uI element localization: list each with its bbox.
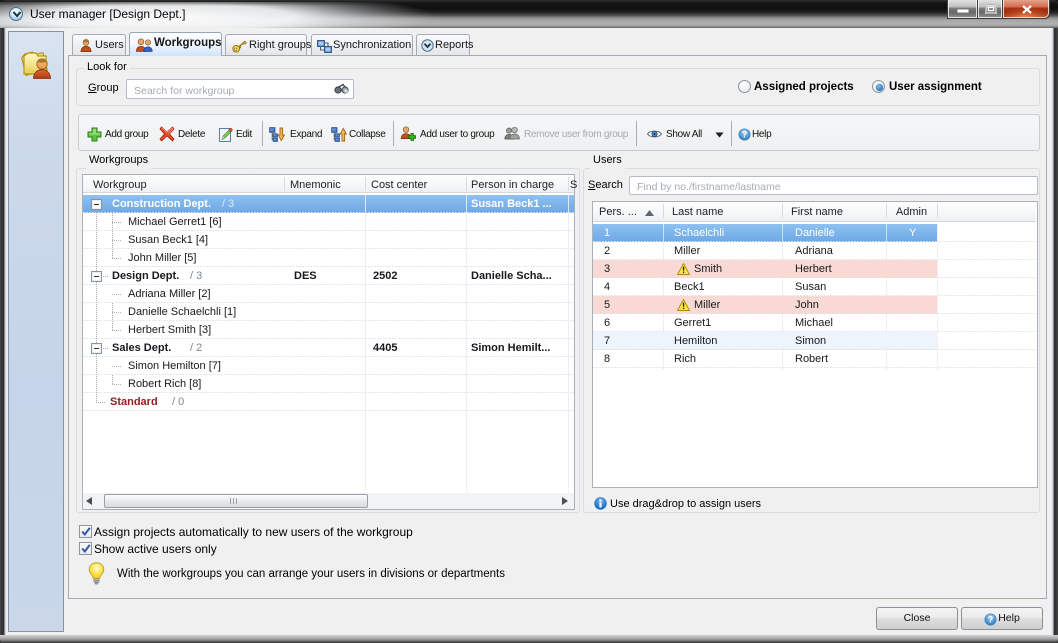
svg-text:?: ? xyxy=(988,615,994,625)
svg-text:?: ? xyxy=(742,130,748,140)
